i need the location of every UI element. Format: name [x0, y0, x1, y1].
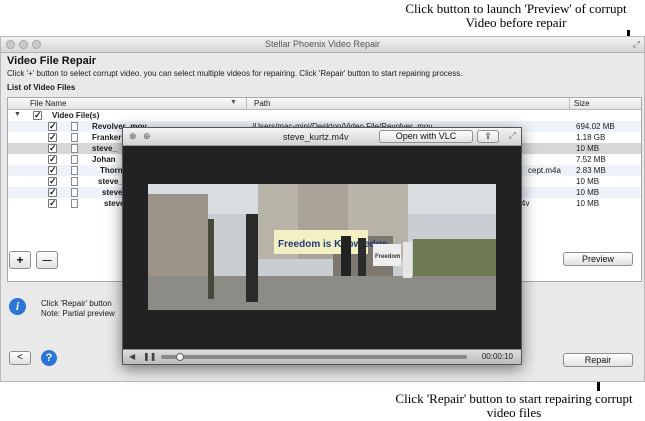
column-header-size[interactable]: Size [574, 99, 590, 108]
file-path: cept.m4a [528, 166, 561, 175]
instructions-text: Click '+' button to select corrupt video… [7, 69, 463, 78]
preview-title: steve_kurtz.m4v [283, 132, 349, 142]
video-file-icon [71, 144, 78, 153]
list-label: List of Video Files [7, 83, 76, 92]
file-size: 10 MB [576, 144, 600, 153]
file-name: Johan [92, 155, 116, 164]
file-size: 2.83 MB [576, 166, 606, 175]
info-text: Click 'Repair' button Note: Partial prev… [41, 299, 115, 319]
file-name: steve_ [92, 144, 117, 153]
row-checkbox[interactable]: ✓ [48, 122, 57, 131]
scrubber-track[interactable] [161, 353, 467, 361]
repair-annotation: Click 'Repair' button to start repairing… [395, 391, 633, 420]
column-header-file-name[interactable]: File Name [30, 99, 66, 108]
file-size: 694.02 MB [576, 122, 615, 131]
group-label: Video File(s) [52, 111, 100, 120]
protest-sign-text: Freedom is Knowledge [278, 239, 388, 250]
column-divider [569, 98, 570, 109]
file-size: 1.18 GB [576, 133, 606, 142]
video-file-icon [71, 155, 78, 164]
video-file-icon [71, 133, 78, 142]
preview-titlebar: ⊗ ⊕ steve_kurtz.m4v Open with VLC ⇪ ⤢ [123, 128, 521, 146]
row-checkbox[interactable]: ✓ [48, 166, 57, 175]
add-video-button[interactable]: + [9, 251, 31, 269]
back-button[interactable]: < [9, 351, 31, 365]
window-title: Stellar Phoenix Video Repair [265, 39, 380, 49]
page-title: Video File Repair [7, 55, 97, 67]
row-checkbox[interactable]: ✓ [48, 188, 57, 197]
row-checkbox[interactable]: ✓ [48, 133, 57, 142]
file-size: 10 MB [576, 177, 600, 186]
video-file-icon [71, 122, 78, 131]
window-titlebar: Stellar Phoenix Video Repair ⤢ [1, 37, 644, 53]
fullscreen-icon[interactable]: ⤢ [633, 39, 640, 50]
file-size: 7.52 MB [576, 155, 606, 164]
info-line-1: Click 'Repair' button [41, 299, 112, 308]
video-frame[interactable]: Freedom is Knowledge Freedom [148, 184, 496, 310]
group-checkbox[interactable]: ✓ [33, 111, 42, 120]
table-row-group[interactable]: ▼ ✓ Video File(s) [8, 110, 641, 121]
video-file-icon [71, 188, 78, 197]
video-still: Freedom is Knowledge Freedom [148, 184, 496, 310]
file-path: 4v [521, 199, 530, 208]
fullscreen-icon[interactable]: ⊕ [143, 131, 151, 142]
resize-icon[interactable]: ⤢ [509, 130, 516, 141]
row-checkbox[interactable]: ✓ [48, 177, 57, 186]
disclosure-triangle-icon[interactable]: ▼ [14, 111, 21, 118]
row-checkbox[interactable]: ✓ [48, 155, 57, 164]
sort-chevron-icon[interactable]: ▼ [230, 99, 237, 106]
row-checkbox[interactable]: ✓ [48, 199, 57, 208]
preview-button[interactable]: Preview [563, 252, 633, 266]
playback-controls: ◀ ❚❚ 00:00:10 [123, 349, 521, 364]
help-icon[interactable]: ? [41, 350, 57, 366]
open-with-vlc-button[interactable]: Open with VLC [379, 130, 473, 143]
row-checkbox[interactable]: ✓ [48, 144, 57, 153]
video-file-icon [71, 199, 78, 208]
pause-icon[interactable]: ❚❚ [143, 352, 156, 361]
file-size: 10 MB [576, 188, 600, 197]
file-name: steve_ [98, 177, 123, 186]
file-name: steve [102, 188, 123, 197]
preview-annotation: Click button to launch 'Preview' of corr… [405, 1, 627, 30]
file-size: 10 MB [576, 199, 600, 208]
info-line-2: Note: Partial preview [41, 309, 115, 318]
preview-window: ⊗ ⊕ steve_kurtz.m4v Open with VLC ⇪ ⤢ Fr… [122, 127, 522, 365]
video-file-icon [71, 166, 78, 175]
share-icon[interactable]: ⇪ [477, 130, 499, 143]
repair-button[interactable]: Repair [563, 353, 633, 367]
info-icon: i [9, 298, 26, 315]
file-name: Thorn [100, 166, 123, 175]
remove-video-button[interactable]: — [36, 251, 58, 269]
column-header-path[interactable]: Path [254, 99, 270, 108]
timecode: 00:00:10 [481, 352, 513, 361]
video-file-icon [71, 177, 78, 186]
volume-icon[interactable]: ◀ [129, 352, 135, 361]
small-sign-text: Freedom [375, 254, 400, 260]
close-icon[interactable]: ⊗ [129, 131, 137, 142]
column-divider [246, 98, 247, 109]
table-header: File Name ▼ Path Size [8, 98, 641, 110]
scrubber-knob[interactable] [175, 353, 184, 361]
file-name: Franker [92, 133, 122, 142]
